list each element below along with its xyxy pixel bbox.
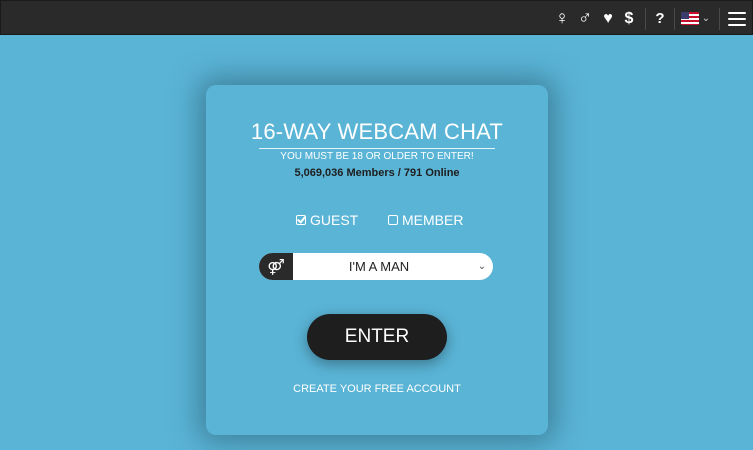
chevron-down-icon: ⌄ — [477, 261, 487, 272]
guest-label: GUEST — [310, 212, 359, 228]
gender-icon: ⚤ — [259, 253, 293, 280]
chevron-down-icon[interactable]: ⌄ — [699, 1, 713, 36]
enter-button[interactable]: ENTER — [307, 314, 447, 360]
dollar-icon[interactable]: $ — [619, 1, 639, 36]
gender-select-value: I'M A MAN — [348, 259, 410, 274]
topbar-icons: ♀ ♂ ♥ $ ? ⌄ — [551, 1, 746, 36]
gender-select[interactable]: ⚤ I'M A MAN ⌄ — [259, 253, 493, 280]
divider — [674, 7, 675, 30]
member-checkbox[interactable] — [388, 215, 398, 225]
create-account-link[interactable]: CREATE YOUR FREE ACCOUNT — [206, 383, 548, 395]
guest-option[interactable]: GUEST — [296, 212, 358, 228]
member-stats: 5,069,036 Members / 791 Online — [294, 167, 460, 179]
us-flag-icon[interactable] — [681, 12, 699, 25]
heart-icon[interactable]: ♥ — [597, 1, 619, 36]
menu-icon[interactable] — [728, 11, 746, 26]
male-icon[interactable]: ♂ — [573, 1, 597, 36]
guest-checkbox[interactable] — [296, 215, 306, 225]
member-option[interactable]: MEMBER — [388, 212, 463, 228]
member-label: MEMBER — [402, 212, 464, 228]
divider — [719, 7, 720, 30]
top-navbar: ♀ ♂ ♥ $ ? ⌄ — [0, 0, 753, 35]
help-icon[interactable]: ? — [652, 1, 668, 36]
female-icon[interactable]: ♀ — [551, 1, 573, 36]
entry-card: 16-WAY WEBCAM CHAT YOU MUST BE 18 OR OLD… — [206, 85, 548, 435]
title-underline — [259, 148, 495, 149]
divider — [645, 7, 646, 30]
page-title: 16-WAY WEBCAM CHAT — [250, 119, 504, 144]
age-warning: YOU MUST BE 18 OR OLDER TO ENTER! — [280, 151, 474, 162]
